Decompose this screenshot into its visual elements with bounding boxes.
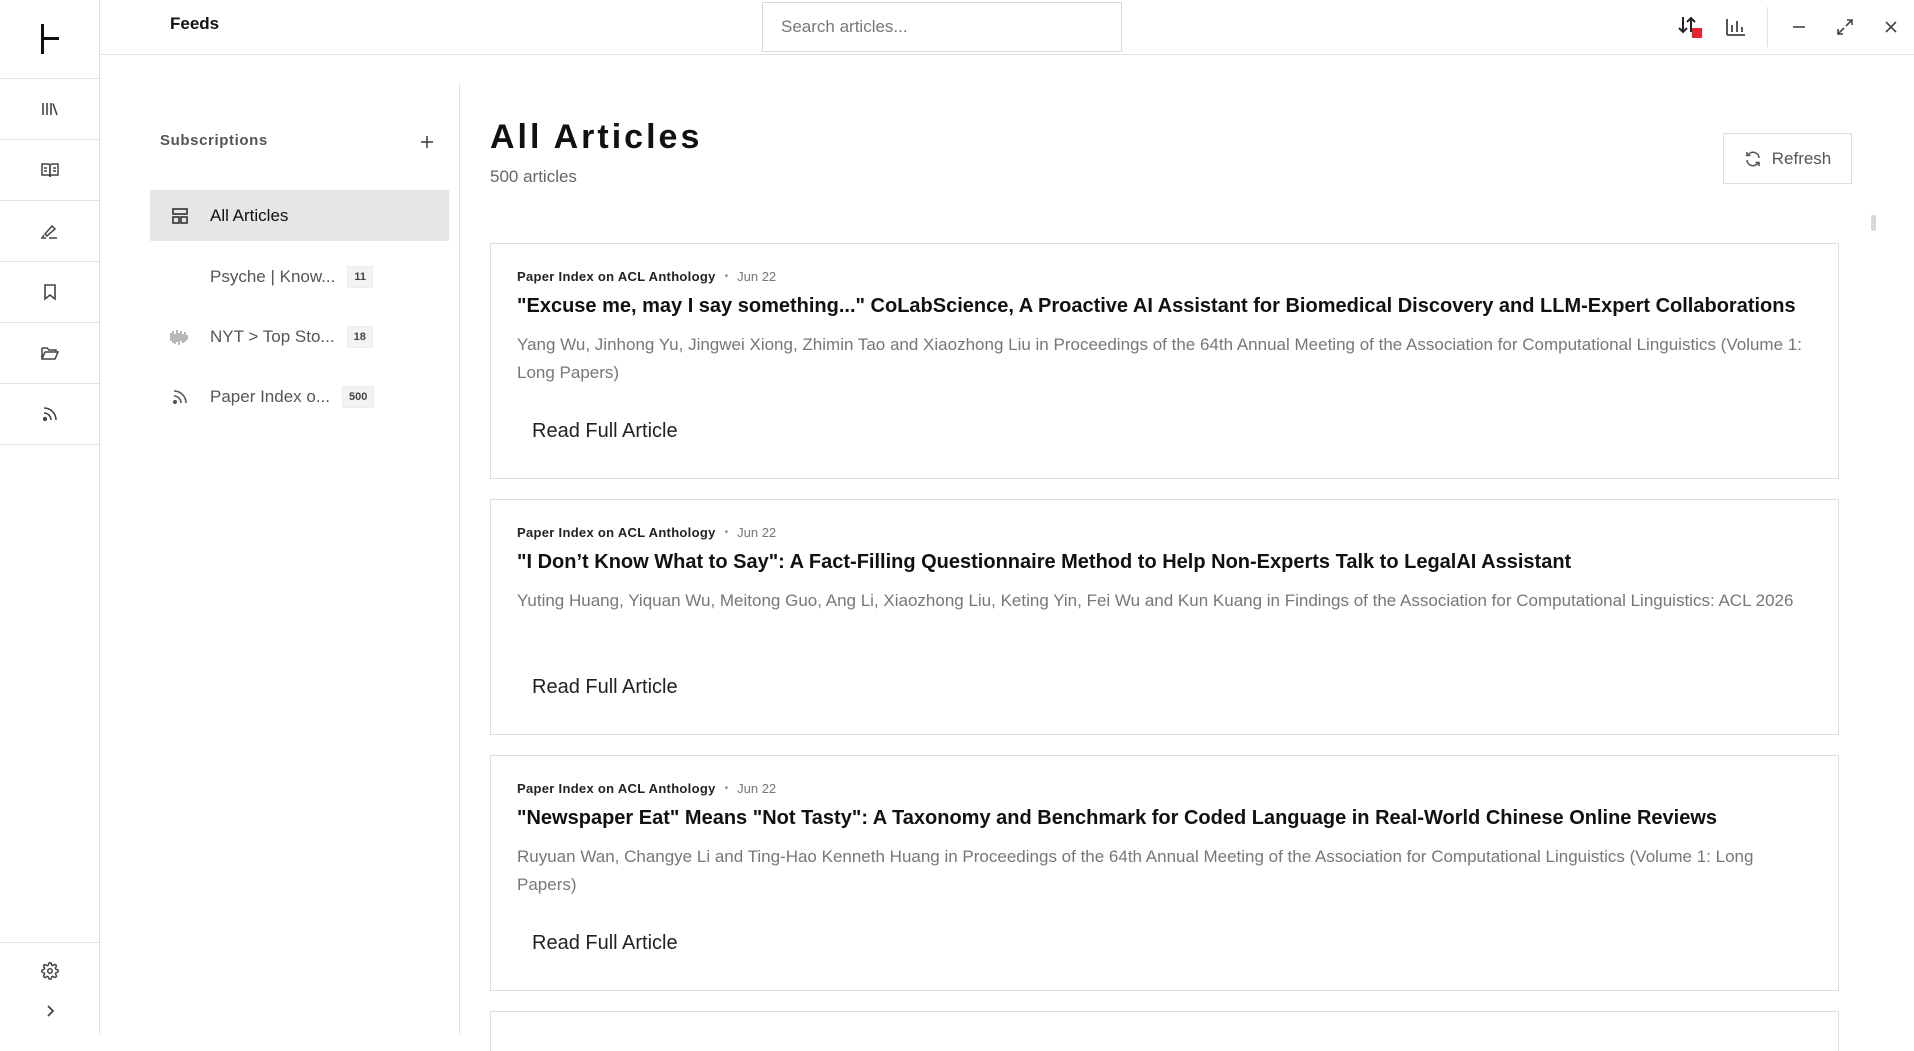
subscription-label: NYT > Top Sto... [210,327,335,346]
rail-reader-button[interactable] [0,140,100,201]
rss-icon [42,407,57,422]
layout-grid-icon [172,207,188,224]
article-card: Paper Index on ACL Anthology • Jun 22 "I… [490,499,1839,735]
articles-heading: All Articles [490,118,703,156]
close-button[interactable] [1868,0,1914,54]
subscriptions-list: All Articles Psyche | Know... 11 NYT > T… [150,190,449,427]
articles-main: All Articles 500 articles Refresh Paper … [461,55,1914,1051]
bar-chart-icon [1726,19,1745,36]
chevron-right-icon [47,1005,55,1017]
search-input[interactable] [762,2,1122,52]
window-controls [1667,0,1914,54]
rail-feeds-button[interactable] [0,384,100,445]
article-source[interactable]: Paper Index on ACL Anthology [517,269,716,284]
refresh-button[interactable]: Refresh [1723,133,1852,184]
page-title: Feeds [170,14,220,33]
settings-button[interactable] [0,951,100,991]
rss-icon [172,390,187,405]
article-source[interactable]: Paper Index on ACL Anthology [517,525,716,540]
highlighter-icon [40,224,57,239]
library-icon [42,103,58,116]
rail-bottom [0,942,100,1035]
rail-nav [0,79,100,445]
logo-icon [41,24,59,54]
minimize-button[interactable] [1776,0,1822,54]
subscriptions-panel: Subscriptions All Articles Psyche | Know… [100,84,460,1035]
rail-bookmarks-button[interactable] [0,262,100,323]
article-card: Paper Index on ACL Anthology • Jun 22 "N… [490,755,1839,991]
unread-count-badge: 18 [346,326,373,348]
folder-open-icon [41,347,60,360]
maximize-button[interactable] [1822,0,1868,54]
add-subscription-button[interactable] [413,128,441,156]
refresh-label: Refresh [1771,148,1832,168]
article-count: 500 articles [490,167,577,186]
gear-icon [41,962,59,980]
article-card: Paper Index on ACL Anthology • Jun 22 "E… [490,243,1839,479]
read-full-article-button[interactable]: Read Full Article [517,411,693,451]
read-full-article-button[interactable]: Read Full Article [517,923,693,963]
meta-separator: • [724,783,729,794]
subscription-psyche[interactable]: Psyche | Know... 11 [150,247,449,307]
subscription-label: Paper Index o... [210,387,331,406]
article-description: Ruyuan Wan, Changye Li and Ting-Hao Kenn… [517,847,1754,894]
app-logo[interactable] [0,0,100,79]
unread-count-badge: 500 [342,386,375,408]
article-meta: Paper Index on ACL Anthology • Jun 22 [517,525,776,540]
refresh-icon [1745,151,1760,166]
subscription-all-articles[interactable]: All Articles [150,190,449,241]
meta-separator: • [724,271,729,282]
subscription-paper-index[interactable]: Paper Index o... 500 [150,367,449,427]
rail-highlights-button[interactable] [0,201,100,262]
subscription-label: Psyche | Know... [210,267,336,286]
toolbar-divider [1767,7,1768,47]
article-date: Jun 22 [737,781,777,796]
article-date: Jun 22 [737,269,777,284]
article-title[interactable]: "Excuse me, may I say something..." CoLa… [517,295,1827,318]
meta-separator: • [724,527,729,538]
nyt-favicon-icon [170,330,188,345]
top-bar: Feeds [100,0,1914,55]
sort-button[interactable] [1667,0,1713,54]
unread-count-badge: 11 [347,266,374,288]
article-description: Yang Wu, Jinhong Yu, Jingwei Xiong, Zhim… [517,335,1802,382]
article-title[interactable]: "Newspaper Eat" Means "Not Tasty": A Tax… [517,807,1827,830]
article-title[interactable]: "I Don’t Know What to Say": A Fact-Filli… [517,551,1827,574]
book-open-icon [41,163,59,178]
subscription-nyt[interactable]: NYT > Top Sto... 18 [150,307,449,367]
app-rail [0,0,100,1035]
stats-button[interactable] [1713,0,1759,54]
close-icon [1885,21,1897,33]
minimize-icon [1793,26,1805,28]
read-full-article-button[interactable]: Read Full Article [517,667,693,707]
article-date: Jun 22 [737,525,777,540]
article-card-partial [490,1011,1839,1051]
article-description: Yuting Huang, Yiquan Wu, Meitong Guo, An… [517,591,1794,610]
rail-folders-button[interactable] [0,323,100,384]
subscriptions-header: Subscriptions [160,132,268,149]
article-meta: Paper Index on ACL Anthology • Jun 22 [517,781,776,796]
article-source[interactable]: Paper Index on ACL Anthology [517,781,716,796]
rail-library-button[interactable] [0,79,100,140]
scrollbar-thumb[interactable] [1871,215,1876,231]
article-meta: Paper Index on ACL Anthology • Jun 22 [517,269,776,284]
expand-rail-button[interactable] [0,991,100,1031]
plus-icon [421,136,433,148]
bookmark-icon [44,284,56,301]
expand-icon [1837,19,1853,35]
subscription-label: All Articles [210,205,289,225]
sort-icon [1678,16,1702,38]
